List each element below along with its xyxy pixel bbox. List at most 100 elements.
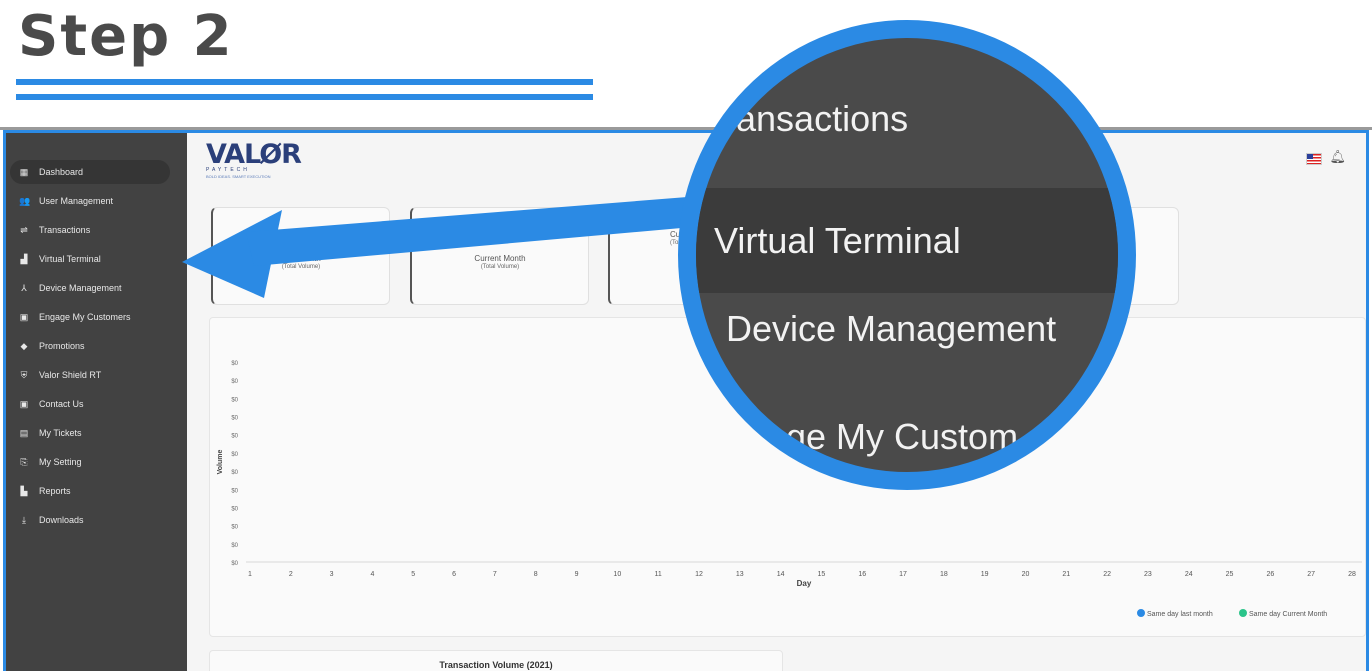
y-tick-label: $0 (231, 397, 238, 403)
sidebar-item-downloads[interactable]: ⤓ Downloads (10, 508, 170, 532)
terminal-icon: ▟ (20, 254, 28, 264)
zoom-row-device-management: Device Management (726, 308, 1057, 349)
x-tick-label: 4 (370, 571, 374, 578)
sidebar-item-label: Reports (39, 486, 71, 496)
sidebar-item-label: Dashboard (39, 167, 84, 177)
y-tick-label: $0 (231, 434, 238, 440)
zoom-row-transactions: ansactions (736, 98, 909, 139)
y-tick-label: $0 (231, 488, 238, 494)
x-tick-label: 3 (330, 571, 334, 578)
shield-icon: ⛨ (20, 370, 28, 380)
x-tick-label: 14 (777, 571, 785, 578)
ticket-icon: ▤ (19, 428, 29, 438)
y-tick-label: $0 (231, 470, 238, 476)
sidebar-item-label: Device Management (39, 283, 122, 293)
x-tick-label: 12 (695, 571, 703, 578)
x-tick-label: 26 (1266, 571, 1274, 578)
x-tick-label: 19 (981, 571, 989, 578)
download-icon: ⤓ (22, 515, 26, 525)
card-value: $0 (292, 230, 310, 247)
x-tick-label: 9 (575, 571, 579, 578)
device-icon: ⅄ (21, 283, 27, 293)
contact-icon: ▣ (19, 399, 29, 409)
legend-marker (1137, 609, 1145, 617)
x-tick-label: 10 (613, 571, 621, 578)
x-tick-label: 27 (1307, 571, 1315, 578)
sidebar-item-label: Engage My Customers (39, 312, 131, 322)
x-tick-label: 16 (858, 571, 866, 578)
transactions-icon: ⇌ (20, 225, 28, 235)
sidebar-item-label: My Setting (39, 457, 82, 467)
x-tick-label: 5 (411, 571, 415, 578)
x-tick-label: 24 (1185, 571, 1193, 578)
sidebar-item-valor-shield-rt[interactable]: ⛨ Valor Shield RT (10, 363, 170, 387)
legend-marker (1239, 609, 1247, 617)
x-axis-label: Day (797, 579, 812, 588)
card-label: Last Month (281, 254, 321, 263)
y-tick-label: $0 (231, 506, 238, 512)
settings-icon: ⎘ (20, 457, 28, 467)
sidebar-item-label: Promotions (39, 341, 85, 351)
bell-icon[interactable]: 🔔︎ (1329, 149, 1346, 165)
sidebar-item-virtual-terminal[interactable]: ▟ Virtual Terminal (10, 247, 170, 271)
sidebar-item-label: Virtual Terminal (39, 254, 101, 264)
sidebar-item-dashboard[interactable]: ▦ Dashboard (10, 160, 170, 184)
sidebar-item-my-tickets[interactable]: ▤ My Tickets (10, 421, 170, 445)
x-tick-label: 1 (248, 571, 252, 578)
x-tick-label: 28 (1348, 571, 1356, 578)
sidebar-item-my-setting[interactable]: ⎘ My Setting (10, 450, 170, 474)
tag-icon: ◆ (20, 341, 28, 351)
step-title: Step 2 (18, 4, 234, 69)
legend-label: Same day Current Month (1249, 611, 1327, 618)
card-sublabel: (Total Volume) (281, 264, 321, 270)
sidebar: ▦ Dashboard 👥 User Management ⇌ Transactions ▟… (6, 133, 187, 671)
sidebar-item-contact-us[interactable]: ▣ Contact Us (10, 392, 170, 416)
sidebar-item-user-management[interactable]: 👥 User Management (10, 189, 170, 213)
sidebar-item-label: Valor Shield RT (39, 370, 102, 380)
x-tick-label: 25 (1226, 571, 1234, 578)
sidebar-item-promotions[interactable]: ◆ Promotions (10, 334, 170, 358)
current-month-card: $0 Current Month (Total Volume) (410, 207, 589, 305)
x-tick-label: 17 (899, 571, 907, 578)
sidebar-item-label: Transactions (39, 225, 91, 235)
sidebar-item-transactions[interactable]: ⇌ Transactions (10, 218, 170, 242)
sidebar-item-engage-my-customers[interactable]: ▣ Engage My Customers (10, 305, 170, 329)
y-tick-label: $0 (231, 561, 238, 567)
engage-icon: ▣ (19, 312, 29, 322)
sidebar-item-label: Contact Us (39, 399, 84, 409)
zoom-magnifier: ansactions Virtual Terminal Device Manag… (678, 20, 1136, 490)
sidebar-item-reports[interactable]: ▙ Reports (10, 479, 170, 503)
valor-logo[interactable]: VALØR PAYTECH BOLD IDEAS. SMART EXECUTIO… (206, 141, 306, 181)
title-underline-bottom (16, 94, 593, 100)
legend-label: Same day last month (1147, 611, 1213, 618)
sidebar-item-device-management[interactable]: ⅄ Device Management (10, 276, 170, 300)
zoom-row-engage: ge My Custom (786, 416, 1019, 457)
y-tick-label: $0 (231, 379, 238, 385)
x-tick-label: 21 (1062, 571, 1070, 578)
transaction-volume-title: Transaction Volume (2021) (439, 660, 553, 670)
y-tick-label: $0 (231, 525, 238, 531)
report-icon: ▙ (20, 486, 28, 496)
transaction-volume-panel: Transaction Volume (2021) (209, 650, 783, 671)
x-tick-label: 2 (289, 571, 293, 578)
x-tick-label: 15 (818, 571, 826, 578)
x-tick-label: 11 (655, 571, 662, 578)
logo-tagline: BOLD IDEAS. SMART EXECUTION (206, 174, 271, 179)
sidebar-item-label: My Tickets (39, 428, 82, 438)
dashboard-icon: ▦ (19, 167, 29, 177)
x-tick-label: 23 (1144, 571, 1152, 578)
sidebar-item-label: Downloads (39, 515, 84, 525)
us-flag-icon[interactable] (1306, 153, 1322, 165)
card-label: Current Month (474, 254, 526, 263)
x-tick-label: 22 (1103, 571, 1111, 578)
x-tick-label: 13 (736, 571, 744, 578)
last-month-card: $0 Last Month (Total Volume) (211, 207, 390, 305)
y-axis-label: Volume (217, 450, 224, 475)
x-tick-label: 7 (493, 571, 497, 578)
y-tick-label: $0 (231, 543, 238, 549)
x-tick-label: 18 (940, 571, 948, 578)
sidebar-item-label: User Management (39, 196, 114, 206)
card-value: $0 (491, 230, 509, 247)
y-tick-label: $0 (231, 452, 238, 458)
logo-wordmark: VALØR (206, 139, 302, 170)
